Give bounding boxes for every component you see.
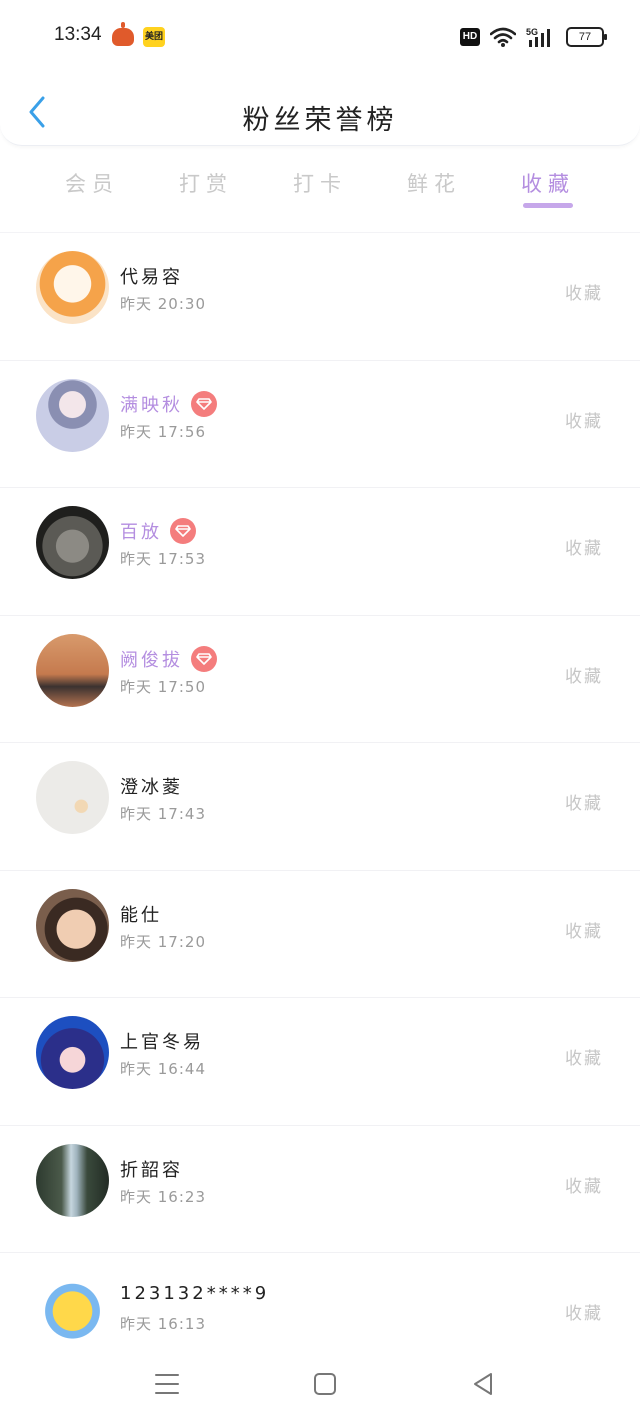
name-line: 满映秋 xyxy=(120,390,217,417)
signal-5g-icon: 5G xyxy=(526,27,550,47)
action-label: 收藏 xyxy=(565,794,603,814)
name-line: 折韶容 xyxy=(120,1156,183,1182)
list-item[interactable]: 能仕 昨天 17:20 收藏 xyxy=(0,869,640,998)
name-line: 上官冬易 xyxy=(120,1028,204,1054)
fan-time: 昨天 16:13 xyxy=(120,1315,206,1333)
system-icons: HD 5G 77 xyxy=(460,26,607,48)
list-item[interactable]: 代易容 昨天 20:30 收藏 xyxy=(0,232,640,360)
battery-icon: 77 xyxy=(566,27,607,47)
fan-time: 昨天 17:43 xyxy=(120,805,206,823)
tab-member[interactable]: 会员 xyxy=(37,168,147,198)
app-header: 粉丝荣誉榜 xyxy=(0,76,640,146)
diamond-badge-icon xyxy=(191,390,217,417)
name-line: 代易容 xyxy=(120,263,183,289)
home-square-icon xyxy=(314,1373,336,1395)
fan-list: 代易容 昨天 20:30 收藏 满映秋 昨天 17:56 收藏 百放 昨天 17… xyxy=(0,232,640,1380)
fan-time: 昨天 20:30 xyxy=(120,295,206,313)
system-nav-bar xyxy=(0,1356,640,1422)
fan-name: 折韶容 xyxy=(120,1159,183,1181)
fan-time: 昨天 17:50 xyxy=(120,677,206,696)
fan-name: 百放 xyxy=(120,522,162,543)
fan-time: 昨天 17:56 xyxy=(120,422,206,441)
tab-reward[interactable]: 打赏 xyxy=(151,168,261,198)
action-label: 收藏 xyxy=(565,411,603,432)
meituan-app-icon: 美团 xyxy=(143,27,165,47)
diamond-badge-icon xyxy=(191,645,217,672)
menu-button[interactable] xyxy=(147,1368,187,1400)
action-label: 收藏 xyxy=(565,1049,603,1069)
fan-name: 阙俊拔 xyxy=(120,649,183,671)
fan-name: 能仕 xyxy=(120,904,162,926)
fan-time: 昨天 16:23 xyxy=(120,1187,206,1206)
fan-time: 昨天 17:20 xyxy=(120,932,206,951)
tab-favorites[interactable]: 收藏 xyxy=(493,168,603,198)
avatar[interactable] xyxy=(36,506,109,579)
action-label: 收藏 xyxy=(565,1304,603,1324)
active-tab-indicator xyxy=(523,203,573,208)
diamond-badge-icon xyxy=(170,518,196,544)
action-label: 收藏 xyxy=(565,1176,603,1197)
name-line: 123132****9 xyxy=(120,1283,269,1304)
avatar[interactable] xyxy=(36,761,109,834)
avatar[interactable] xyxy=(36,378,109,452)
page-title: 粉丝荣誉榜 xyxy=(242,105,398,136)
name-line: 阙俊拔 xyxy=(120,645,217,672)
diamond-icon xyxy=(196,397,212,410)
action-label: 收藏 xyxy=(565,539,603,559)
status-bar: 13:34 美团 HD 5G 77 xyxy=(0,0,640,76)
avatar[interactable] xyxy=(36,633,109,707)
avatar[interactable] xyxy=(36,1143,109,1217)
avatar[interactable] xyxy=(36,888,109,962)
list-item[interactable]: 上官冬易 昨天 16:44 收藏 xyxy=(0,997,640,1125)
fan-time: 昨天 16:44 xyxy=(120,1060,206,1078)
action-label: 收藏 xyxy=(565,284,603,304)
system-back-button[interactable] xyxy=(463,1368,503,1400)
list-item[interactable]: 阙俊拔 昨天 17:50 收藏 xyxy=(0,614,640,743)
diamond-icon xyxy=(196,652,212,665)
notification-app-icon xyxy=(112,22,134,46)
menu-icon xyxy=(155,1374,179,1394)
wifi-icon xyxy=(490,27,516,47)
action-label: 收藏 xyxy=(565,666,603,687)
fan-name: 上官冬易 xyxy=(120,1032,204,1053)
fan-name: 123132****9 xyxy=(120,1283,270,1304)
list-item[interactable]: 折韶容 昨天 16:23 收藏 xyxy=(0,1124,640,1253)
diamond-icon xyxy=(175,525,191,537)
home-button[interactable] xyxy=(305,1368,345,1400)
list-item[interactable]: 澄冰菱 昨天 17:43 收藏 xyxy=(0,742,640,870)
action-label: 收藏 xyxy=(565,921,603,942)
name-line: 百放 xyxy=(120,518,196,544)
fan-time: 昨天 17:53 xyxy=(120,550,206,568)
fan-name: 代易容 xyxy=(120,267,183,288)
name-line: 澄冰菱 xyxy=(120,773,183,799)
fan-name: 澄冰菱 xyxy=(120,777,183,798)
status-time: 13:34 xyxy=(54,24,102,45)
network-label: 5G xyxy=(526,27,538,37)
back-triangle-icon xyxy=(474,1373,492,1395)
list-item[interactable]: 百放 昨天 17:53 收藏 xyxy=(0,487,640,615)
avatar[interactable] xyxy=(36,1016,109,1089)
category-tabs: 会员 打赏 打卡 鲜花 收藏 xyxy=(0,160,640,220)
name-line: 能仕 xyxy=(120,901,162,927)
tab-checkin[interactable]: 打卡 xyxy=(265,168,375,198)
avatar[interactable] xyxy=(36,251,109,324)
tab-flowers[interactable]: 鲜花 xyxy=(379,168,489,198)
list-item[interactable]: 满映秋 昨天 17:56 收藏 xyxy=(0,359,640,488)
fan-name: 满映秋 xyxy=(120,394,183,416)
hd-icon: HD xyxy=(460,28,480,46)
avatar[interactable] xyxy=(36,1271,109,1344)
